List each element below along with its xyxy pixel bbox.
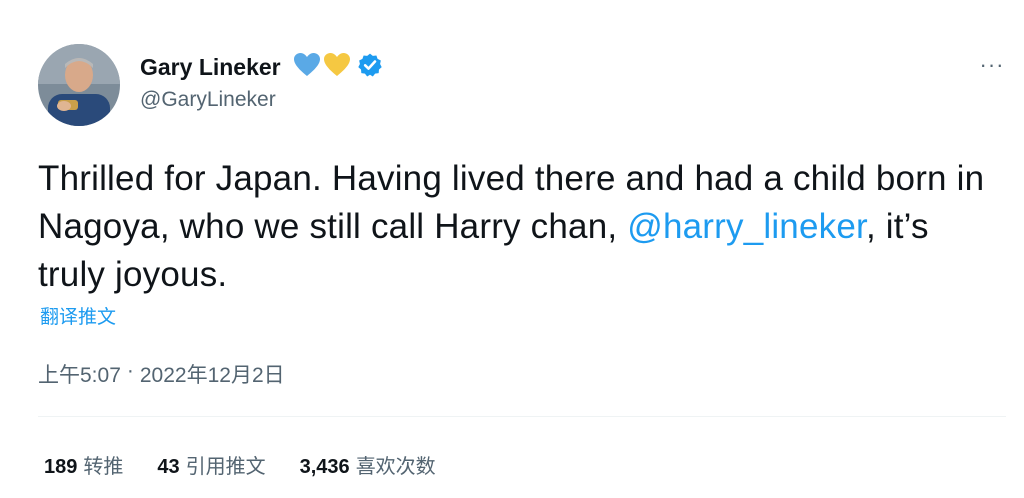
author-display-name[interactable]: Gary Lineker (140, 54, 281, 81)
avatar[interactable] (38, 44, 120, 126)
verified-badge-icon (357, 52, 383, 83)
author-handle[interactable]: @GaryLineker (140, 88, 276, 112)
translate-tweet-link[interactable]: 翻译推文 (40, 302, 116, 329)
tweet-date[interactable]: 2022年12月2日 (140, 359, 285, 389)
tweet-card: Gary Lineker @GaryLineker ··· Thrilled f… (0, 0, 1024, 498)
blue-heart-icon (293, 52, 321, 83)
retweets-stat[interactable]: 189 转推 (44, 450, 123, 479)
avatar-photo (38, 44, 120, 126)
quotes-count: 43 (157, 456, 180, 478)
likes-count: 3,436 (299, 456, 350, 478)
tweet-time[interactable]: 上午5:07 (38, 359, 121, 389)
more-options-button[interactable]: ··· (970, 50, 1014, 80)
timestamp-separator: · (126, 359, 134, 382)
quote-tweets-stat[interactable]: 43 引用推文 (157, 450, 265, 479)
tweet-text: Thrilled for Japan. Having lived there a… (38, 155, 998, 299)
mention-link[interactable]: @harry_lineker (627, 207, 866, 246)
engagement-stats: 189 转推 43 引用推文 3,436 喜欢次数 (44, 450, 436, 479)
retweets-label: 转推 (83, 456, 124, 478)
quotes-label: 引用推文 (185, 456, 266, 478)
retweets-count: 189 (44, 456, 78, 478)
likes-stat[interactable]: 3,436 喜欢次数 (300, 450, 436, 479)
yellow-heart-icon (323, 52, 351, 83)
divider (38, 416, 1006, 417)
more-icon: ··· (979, 52, 1005, 77)
likes-label: 喜欢次数 (355, 456, 436, 478)
timestamp: 上午5:07 · 2022年12月2日 (38, 359, 285, 389)
